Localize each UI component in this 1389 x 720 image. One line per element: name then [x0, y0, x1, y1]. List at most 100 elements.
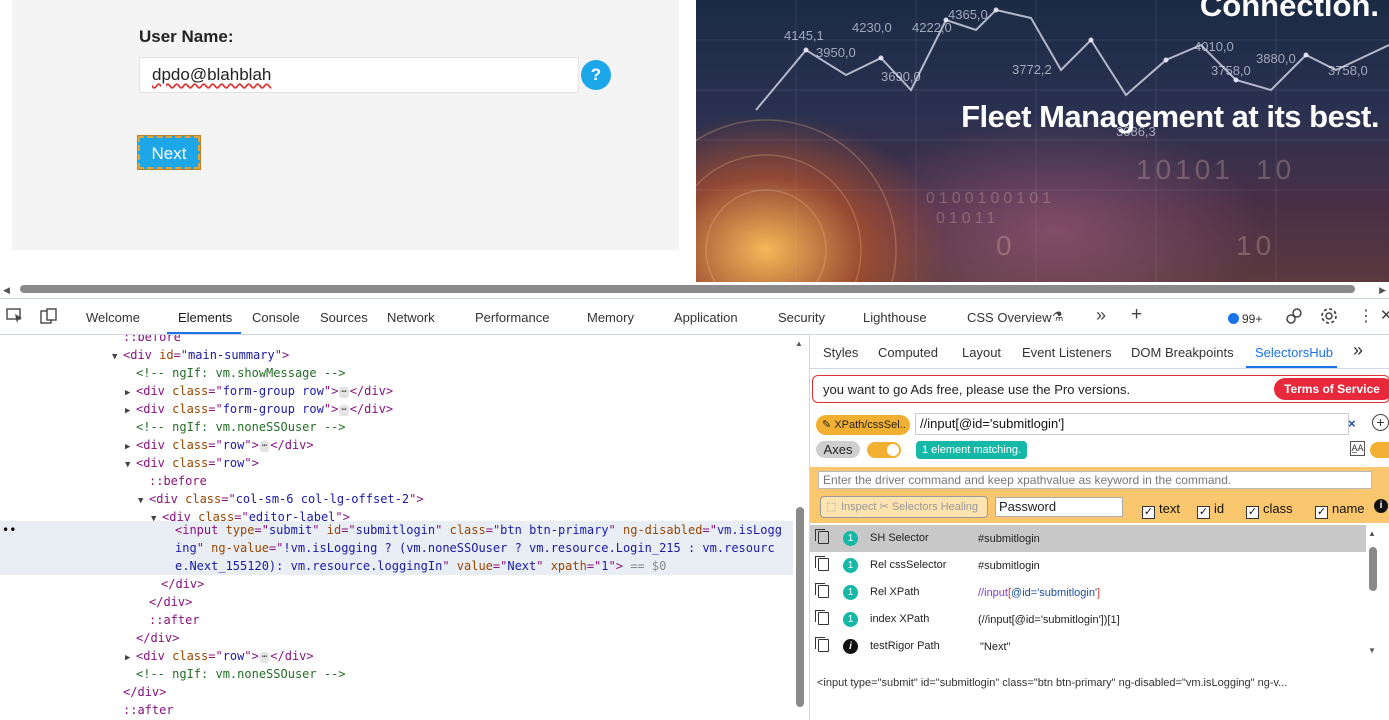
expand-down-icon[interactable]: ▼ [125, 456, 136, 474]
elements-tree[interactable]: ::before ▼ <div id="main-summary"> <!-- ngI… [0, 335, 793, 720]
dom-node-line[interactable]: ing" ng-value="!vm.isLogging ? (vm.noneS… [175, 539, 775, 557]
tab-security[interactable]: Security [778, 310, 825, 325]
dom-node-line[interactable]: ▶ <div class="form-group row"> ⋯ </div> [125, 400, 393, 418]
tab-performance[interactable]: Performance [475, 310, 549, 325]
link-icon[interactable] [1285, 307, 1303, 329]
more-tabs-icon[interactable]: » [1096, 305, 1106, 326]
dom-node-line[interactable]: </div> [149, 593, 192, 611]
result-row[interactable]: 1 Rel XPath //input[@id='submitlogin'] [810, 579, 1366, 606]
gear-icon[interactable] [1320, 307, 1338, 329]
scrollbar-thumb[interactable] [1369, 547, 1377, 591]
terms-of-service-button[interactable]: Terms of Service [1274, 378, 1389, 400]
tab-dom-breakpoints[interactable]: DOM Breakpoints [1131, 345, 1234, 360]
result-row[interactable]: 1 index XPath (//input[@id='submitlogin'])… [810, 606, 1366, 633]
tab-sources[interactable]: Sources [320, 310, 368, 325]
scroll-up-icon[interactable]: ▲ [1368, 529, 1376, 538]
next-button[interactable]: Next [137, 135, 201, 170]
dom-node-line[interactable]: <!-- ngIf: vm.showMessage --> [136, 364, 346, 382]
issues-badge[interactable]: 99+ [1228, 312, 1262, 326]
dom-node-line[interactable]: ▼ <div class="row"> [125, 454, 259, 472]
scroll-up-icon[interactable]: ▲ [795, 339, 803, 348]
dom-node-line[interactable]: <!-- ngIf: vm.noneSSOuser --> [136, 665, 346, 683]
dom-node-line[interactable]: e.Next_155120): vm.resource.loggingIn" v… [175, 557, 666, 575]
checkbox-id[interactable]: ✓ id [1197, 501, 1224, 519]
inspect-icon[interactable] [6, 308, 24, 328]
clear-icon[interactable]: × [1348, 416, 1356, 431]
tab-css-overview[interactable]: CSS Overview [967, 310, 1052, 325]
tab-console[interactable]: Console [252, 310, 300, 325]
result-row[interactable]: 1 Rel cssSelector #submitlogin [810, 552, 1366, 579]
copy-icon[interactable] [815, 583, 829, 598]
ellipsis-icon[interactable]: ⋯ [339, 387, 349, 398]
scroll-left-icon[interactable]: ◀ [3, 285, 10, 296]
copy-icon[interactable] [815, 610, 829, 625]
close-icon[interactable]: ✕ [1380, 306, 1389, 324]
ellipsis-icon[interactable]: ⋯ [339, 405, 349, 416]
page-horizontal-scrollbar[interactable]: ◀ ▶ [0, 282, 1389, 298]
tab-styles[interactable]: Styles [823, 345, 858, 360]
copy-icon[interactable] [815, 637, 829, 652]
dom-node-line[interactable]: </div> [123, 683, 166, 701]
tab-welcome[interactable]: Welcome [86, 310, 140, 325]
help-button[interactable]: ? [581, 60, 611, 90]
elements-scrollbar[interactable]: ▲ [793, 335, 809, 720]
tab-network[interactable]: Network [387, 310, 435, 325]
dom-node-line[interactable]: ::after [123, 701, 174, 719]
device-toggle-icon[interactable] [40, 308, 58, 328]
more-tabs-icon[interactable]: » [1353, 340, 1363, 361]
ellipsis-icon[interactable]: ⋯ [259, 652, 270, 663]
dom-node-line[interactable]: <input type="submit" id="submitlogin" cl… [175, 521, 782, 539]
dom-node-line[interactable]: ▼ <div class="col-sm-6 col-lg-offset-2"> [138, 490, 424, 508]
tab-computed[interactable]: Computed [878, 345, 938, 360]
scroll-down-icon[interactable]: ▼ [1368, 646, 1376, 655]
scroll-right-icon[interactable]: ▶ [1379, 285, 1386, 296]
dom-node-line[interactable]: ▶ <div class="form-group row"> ⋯ </div> [125, 382, 393, 400]
dom-node-line[interactable]: </div> [161, 575, 204, 593]
result-value[interactable]: #submitlogin [978, 533, 1040, 545]
dom-node-line[interactable]: ▼ <div id="main-summary"> [112, 346, 289, 364]
axes-button[interactable]: Axes [816, 441, 860, 458]
inspect-button[interactable]: ⬚ Inspect ✂ Selectors Healing [820, 496, 988, 518]
checkbox-class[interactable]: ✓ class [1246, 501, 1293, 519]
info-icon[interactable]: i [1374, 499, 1388, 513]
result-row[interactable]: 1 SH Selector #submitlogin [810, 525, 1366, 552]
tab-layout[interactable]: Layout [962, 345, 1001, 360]
dom-node-line[interactable]: ▶ <div class="row"> ⋯ </div> [125, 647, 314, 665]
expand-right-icon[interactable]: ▶ [125, 649, 136, 667]
result-row[interactable]: i testRigor Path "Next" [810, 633, 1366, 660]
tab-elements[interactable]: Elements [178, 310, 232, 325]
expand-down-icon[interactable]: ▼ [151, 510, 162, 528]
selector-type-dropdown[interactable]: ✎ XPath/cssSel.. [816, 415, 910, 435]
results-scrollbar[interactable]: ▲ ▼ [1366, 525, 1380, 661]
dom-node-line[interactable]: <!-- ngIf: vm.noneSSOuser --> [136, 418, 346, 436]
dom-node-line[interactable]: </div> [136, 629, 179, 647]
expand-down-icon[interactable]: ▼ [112, 348, 123, 366]
tab-lighthouse[interactable]: Lighthouse [863, 310, 927, 325]
axes-toggle[interactable] [867, 442, 901, 458]
result-value[interactable]: #submitlogin [978, 560, 1040, 572]
kebab-icon[interactable]: ⋮ [1358, 306, 1374, 326]
scrollbar-thumb[interactable] [20, 285, 1355, 293]
checkbox-text[interactable]: ✓ text [1142, 501, 1180, 519]
case-sensitivity-icon[interactable]: A̲A [1350, 441, 1365, 456]
dom-node-line[interactable]: ::before [149, 472, 207, 490]
add-icon[interactable]: + [1372, 414, 1389, 431]
result-value[interactable]: //input[@id='submitlogin'] [978, 587, 1100, 599]
checkbox-name[interactable]: ✓ name [1315, 501, 1365, 519]
copy-icon[interactable] [815, 556, 829, 571]
tab-application[interactable]: Application [674, 310, 738, 325]
username-input[interactable]: dpdo@blahblah [139, 57, 579, 93]
dom-node-line[interactable]: ::before [123, 335, 181, 346]
ellipsis-icon[interactable]: ⋯ [259, 441, 270, 452]
attribute-input[interactable]: Password [995, 497, 1123, 517]
copy-icon[interactable] [815, 529, 829, 544]
case-toggle[interactable] [1370, 442, 1389, 458]
selector-input[interactable]: //input[@id='submitlogin'] [915, 413, 1349, 435]
driver-command-input[interactable]: Enter the driver command and keep xpathv… [818, 471, 1372, 489]
result-value[interactable]: (//input[@id='submitlogin'])[1] [978, 614, 1120, 626]
tab-selectorshub[interactable]: SelectorsHub [1255, 345, 1333, 360]
tab-memory[interactable]: Memory [587, 310, 634, 325]
result-value[interactable]: "Next" [980, 641, 1010, 653]
plus-icon[interactable]: + [1131, 304, 1142, 326]
expand-right-icon[interactable]: ▶ [125, 402, 136, 420]
